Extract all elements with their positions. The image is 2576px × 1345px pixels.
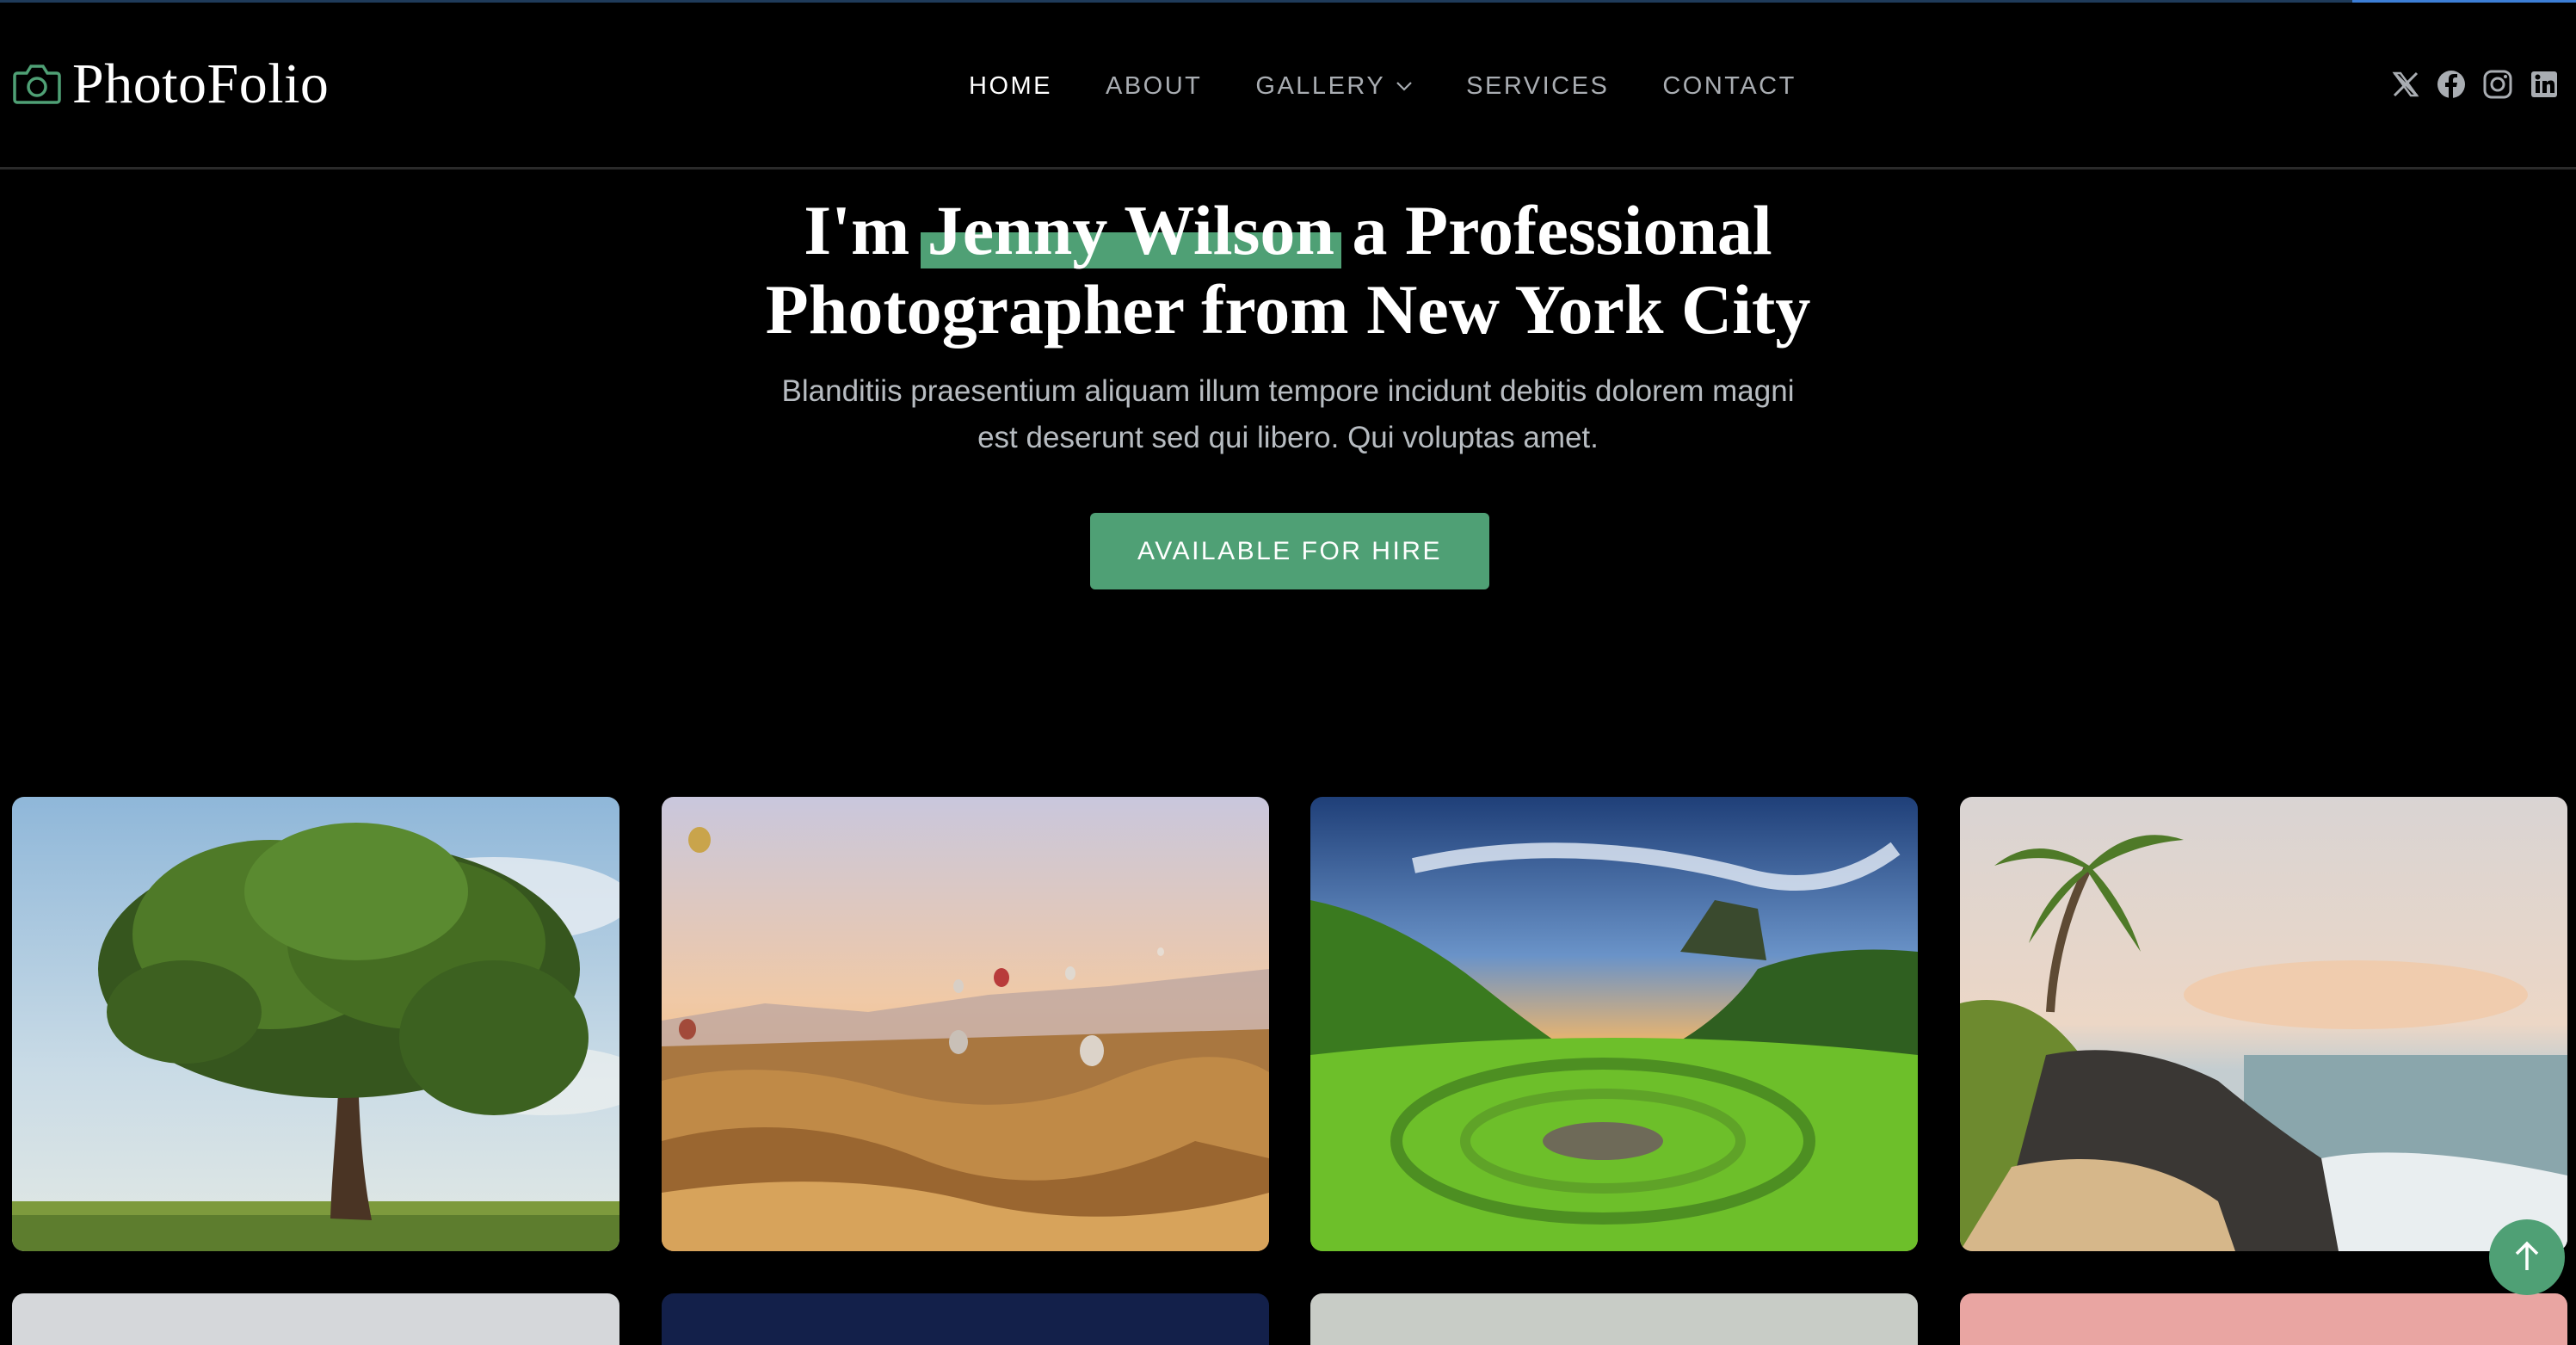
gallery-item-tree[interactable]	[12, 797, 619, 1251]
nav-home[interactable]: HOME	[969, 72, 1052, 101]
hot-air-balloons-photo	[662, 797, 1269, 1251]
x-twitter-icon[interactable]	[2392, 71, 2419, 98]
facebook-icon[interactable]	[2437, 70, 2466, 99]
nav-services-label: SERVICES	[1466, 71, 1610, 100]
gallery-item-peek-3[interactable]	[1310, 1293, 1918, 1345]
tropical-beach-photo	[1960, 797, 2567, 1251]
available-for-hire-button[interactable]: AVAILABLE FOR HIRE	[1090, 513, 1489, 589]
nav-home-label: HOME	[969, 71, 1052, 100]
nav-contact-label: CONTACT	[1662, 71, 1796, 100]
instagram-icon[interactable]	[2483, 70, 2512, 99]
nav-about-label: ABOUT	[1106, 71, 1203, 100]
green-valley-sunset-photo	[1310, 797, 1918, 1251]
gallery-item-peek-1[interactable]	[12, 1293, 619, 1345]
hero-subtitle: Blanditiis praesentium aliquam illum tem…	[0, 368, 2576, 461]
nav-about[interactable]: ABOUT	[1106, 72, 1202, 101]
scroll-to-top-button[interactable]	[2489, 1219, 2565, 1295]
nav-gallery-label: GALLERY	[1255, 71, 1386, 100]
hero-title-name: Jenny Wilson	[920, 191, 1342, 269]
brand-logo[interactable]: PhotoFolio	[12, 41, 329, 127]
site-header: PhotoFolio HOME ABOUT GALLERY SERVICES C…	[0, 0, 2576, 170]
chevron-down-icon	[1396, 80, 1413, 92]
arrow-up-icon	[2512, 1239, 2542, 1276]
nav-services[interactable]: SERVICES	[1466, 72, 1609, 101]
hero-title-prefix: I'm	[804, 191, 927, 269]
brand-name: PhotoFolio	[72, 52, 330, 115]
linkedin-icon[interactable]	[2530, 70, 2559, 99]
gallery-item-beach[interactable]	[1960, 797, 2567, 1251]
gallery-item-valley[interactable]	[1310, 797, 1918, 1251]
hero-title-line2: Photographer from New York City	[765, 270, 1811, 349]
hero-subtitle-line2: est deserunt sed qui libero. Qui volupta…	[977, 421, 1599, 454]
hero-subtitle-line1: Blanditiis praesentium aliquam illum tem…	[781, 374, 1795, 408]
social-links	[2392, 64, 2559, 105]
camera-icon	[12, 63, 62, 106]
tree-photo	[12, 797, 619, 1251]
main-nav: HOME ABOUT GALLERY SERVICES CONTACT	[969, 60, 1796, 112]
hero-title-line1-end: a Professional	[1334, 191, 1772, 269]
gallery-item-balloons[interactable]	[662, 797, 1269, 1251]
nav-gallery[interactable]: GALLERY	[1255, 72, 1413, 101]
nav-contact[interactable]: CONTACT	[1662, 72, 1796, 101]
gallery-item-peek-4[interactable]	[1960, 1293, 2567, 1345]
hero-title: I'm Jenny Wilson a Professional Photogra…	[0, 191, 2576, 349]
gallery-item-peek-2[interactable]	[662, 1293, 1269, 1345]
